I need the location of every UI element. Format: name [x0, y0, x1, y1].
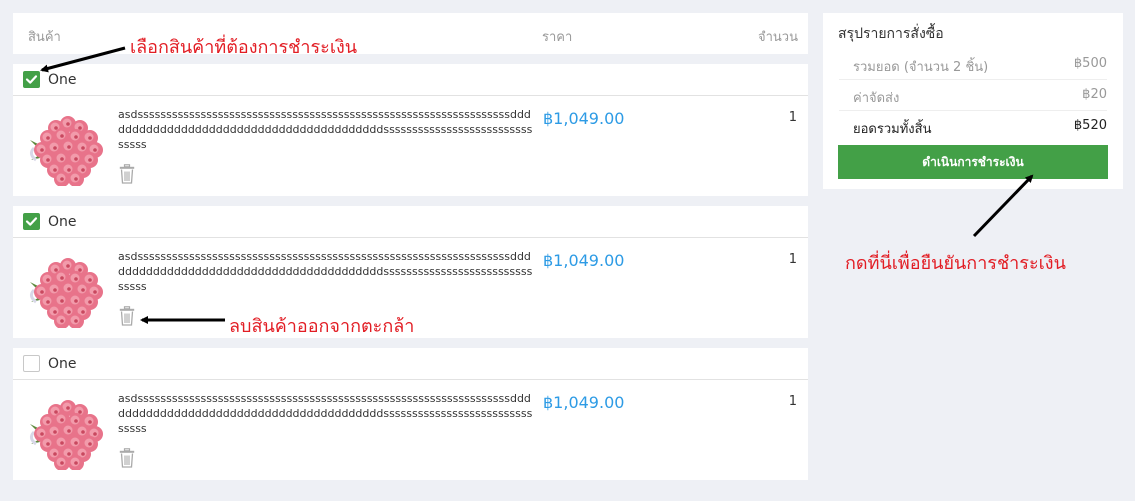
shop-name: One	[48, 356, 77, 372]
product-image[interactable]	[28, 252, 108, 329]
check-icon	[25, 217, 38, 226]
product-image[interactable]	[28, 110, 108, 187]
product-description: asdsssssssssssssssssssssssssssssssssssss…	[118, 392, 533, 435]
product-price: ฿1,049.00	[543, 393, 625, 412]
total-label: ยอดรวมทั้งสิ้น	[853, 122, 932, 137]
order-summary: สรุปรายการสั่งซื้อ รวมยอด (จำนวน 2 ชิ้น)…	[823, 13, 1123, 189]
column-header-qty: จำนวน	[758, 30, 798, 45]
select-checkbox[interactable]	[23, 355, 40, 372]
shop-header: One	[13, 348, 808, 380]
product-qty: 1	[788, 110, 797, 125]
divider	[839, 79, 1107, 80]
shop-header: One	[13, 64, 808, 96]
trash-icon[interactable]	[119, 448, 135, 468]
shipping-label: ค่าจัดส่ง	[853, 91, 900, 106]
check-icon	[25, 75, 38, 84]
shop-header: One	[13, 206, 808, 238]
checkout-button[interactable]: ดำเนินการชำระเงิน	[838, 145, 1108, 179]
product-description: asdsssssssssssssssssssssssssssssssssssss…	[118, 250, 533, 293]
subtotal-value: ฿500	[1073, 56, 1107, 71]
select-checkbox[interactable]	[23, 213, 40, 230]
trash-icon[interactable]	[119, 306, 135, 326]
product-qty: 1	[788, 252, 797, 267]
shop-name: One	[48, 72, 77, 88]
column-header-product: สินค้า	[28, 30, 61, 45]
annotation-select: เลือกสินค้าที่ต้องการชำระเงิน	[130, 37, 358, 58]
cart-item: One asdsssssssssssssssssssssssssssssssss…	[13, 64, 808, 196]
total-value: ฿520	[1073, 118, 1107, 133]
product-price: ฿1,049.00	[543, 109, 625, 128]
cart-item: One asdsssssssssssssssssssssssssssssssss…	[13, 348, 808, 480]
summary-title: สรุปรายการสั่งซื้อ	[838, 26, 944, 42]
select-checkbox[interactable]	[23, 71, 40, 88]
product-price: ฿1,049.00	[543, 251, 625, 270]
product-description: asdsssssssssssssssssssssssssssssssssssss…	[118, 108, 533, 151]
subtotal-label: รวมยอด (จำนวน 2 ชิ้น)	[853, 60, 989, 75]
annotation-remove: ลบสินค้าออกจากตะกล้า	[229, 316, 415, 337]
divider	[839, 110, 1107, 111]
shop-name: One	[48, 214, 77, 230]
annotation-confirm: กดที่นี่เพื่อยืนยันการชำระเงิน	[845, 253, 1066, 274]
trash-icon[interactable]	[119, 164, 135, 184]
column-header-price: ราคา	[542, 30, 573, 45]
product-qty: 1	[788, 394, 797, 409]
shipping-value: ฿20	[1082, 87, 1107, 102]
product-image[interactable]	[28, 394, 108, 471]
